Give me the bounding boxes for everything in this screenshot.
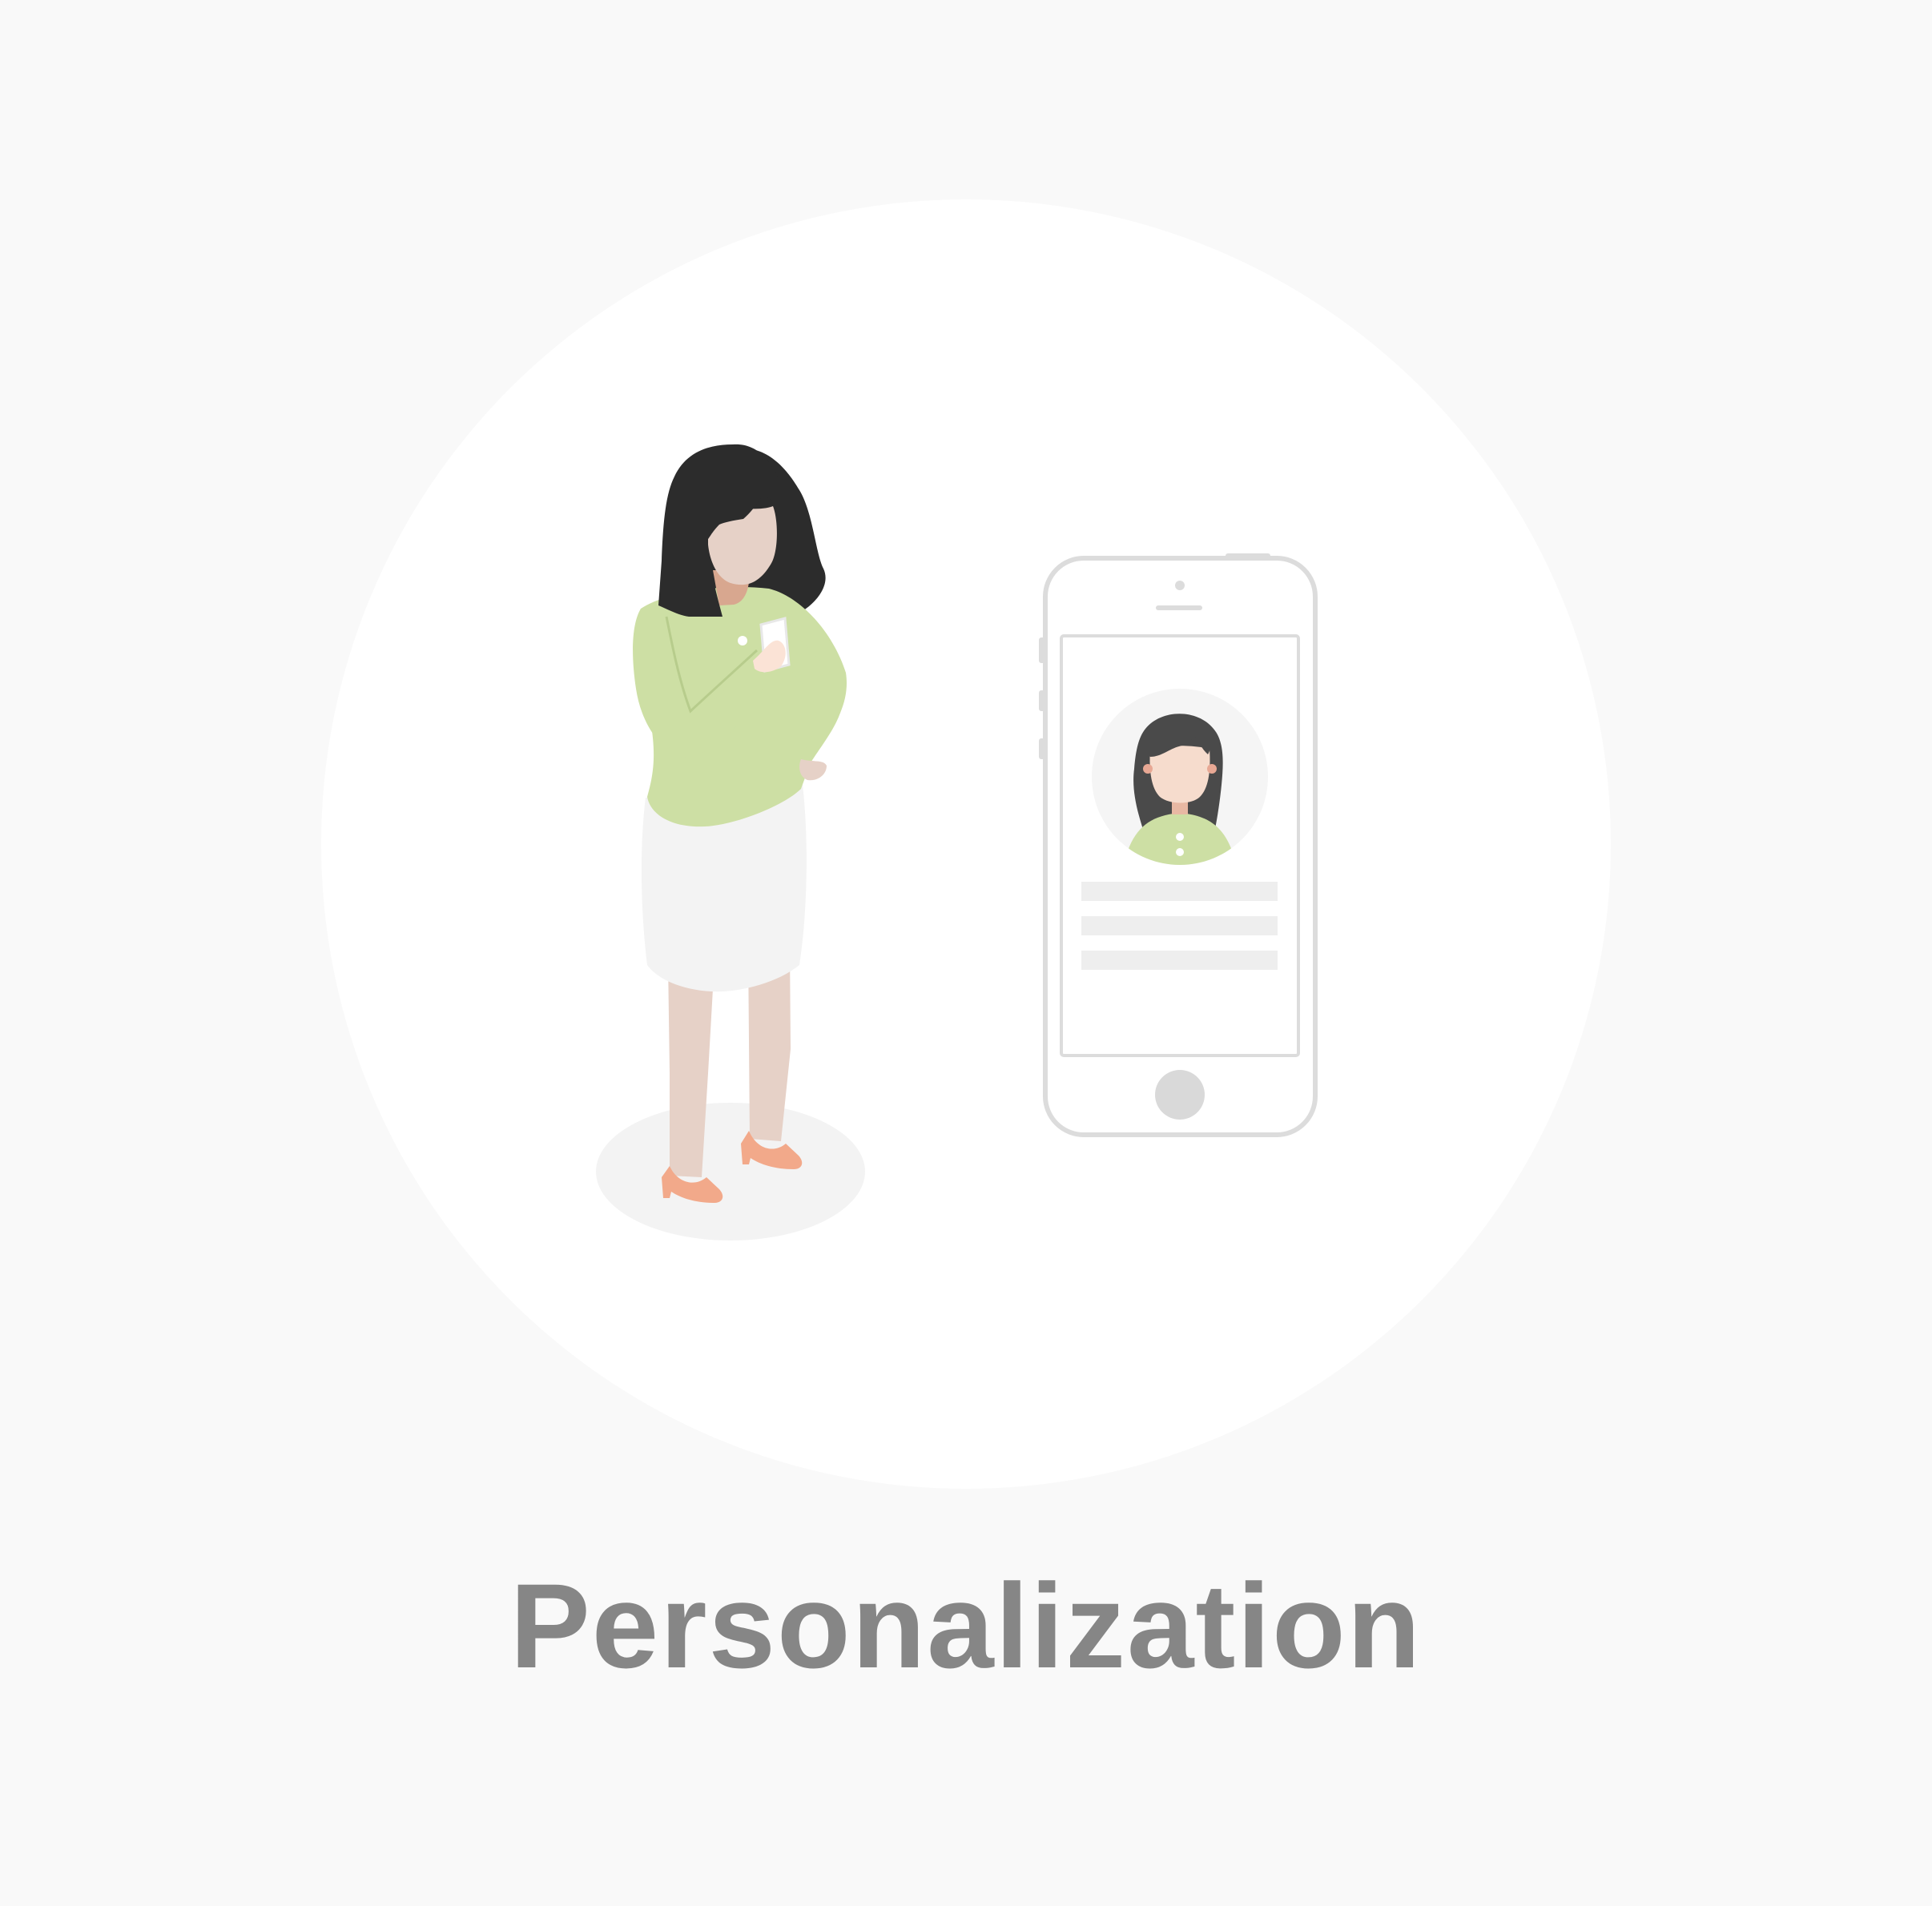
phone-speaker [1156,605,1202,610]
profile-placeholder-line-2 [1081,916,1278,935]
avatar-ear-right [1207,764,1217,774]
avatar-button-1 [1176,833,1184,841]
phone-home-button [1155,1070,1205,1120]
onboarding-illustration-page: Personalization [0,0,1932,1906]
phone-camera [1175,581,1185,590]
backdrop-circle [321,199,1611,1489]
page-title: Personalization [509,1558,1423,1693]
avatar-ear-left [1143,764,1153,774]
profile-placeholder-line-1 [1081,882,1278,901]
smartphone [1039,553,1318,1137]
sweater-button [738,636,747,645]
floor-shadow [596,1103,865,1241]
profile-placeholder-line-3 [1081,951,1278,970]
avatar-button-2 [1176,848,1184,856]
